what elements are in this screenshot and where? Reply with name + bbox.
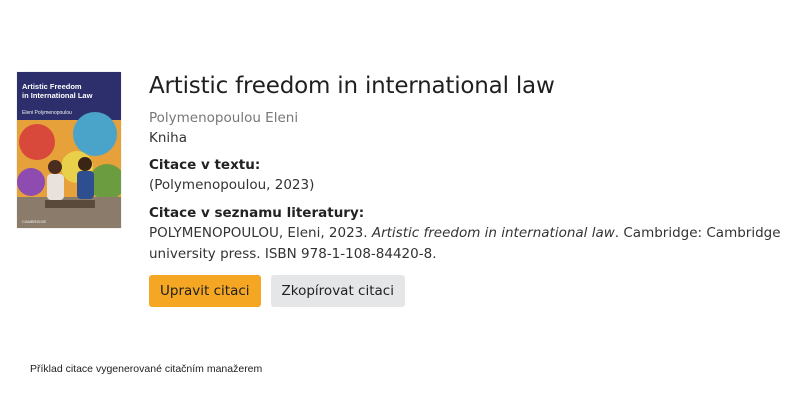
citation-details: Artistic freedom in international law Po… bbox=[149, 70, 794, 307]
bibliography-citation-label: Citace v seznamu literatury: bbox=[149, 205, 365, 221]
cover-title: Artistic Freedom in International Law bbox=[22, 82, 93, 100]
image-caption: Příklad citace vygenerované citačním man… bbox=[30, 363, 263, 375]
cover-publisher: CAMBRIDGE bbox=[22, 219, 47, 224]
citation-card: Artistic Freedom in International Law El… bbox=[0, 0, 800, 340]
bibliography-prefix: POLYMENOPOULOU, Eleni, 2023. bbox=[149, 225, 372, 241]
source-type: Kniha bbox=[149, 130, 187, 146]
book-cover-image: Artistic Freedom in International Law El… bbox=[17, 72, 121, 228]
book-author: Polymenopoulou Eleni bbox=[149, 110, 299, 126]
copy-citation-button[interactable]: Zkopírovat citaci bbox=[270, 275, 405, 307]
edit-citation-button[interactable]: Upravit citaci bbox=[149, 275, 261, 307]
in-text-citation-label: Citace v textu: bbox=[149, 157, 261, 173]
action-buttons: Upravit citaci Zkopírovat citaci bbox=[149, 275, 794, 307]
bibliography-citation-value: POLYMENOPOULOU, Eleni, 2023. Artistic fr… bbox=[149, 223, 794, 265]
bibliography-title: Artistic freedom in international law bbox=[371, 225, 615, 241]
in-text-citation-value: (Polymenopoulou, 2023) bbox=[149, 177, 315, 193]
cover-author: Eleni Polymenopoulou bbox=[22, 110, 72, 116]
book-title: Artistic freedom in international law bbox=[149, 73, 555, 99]
